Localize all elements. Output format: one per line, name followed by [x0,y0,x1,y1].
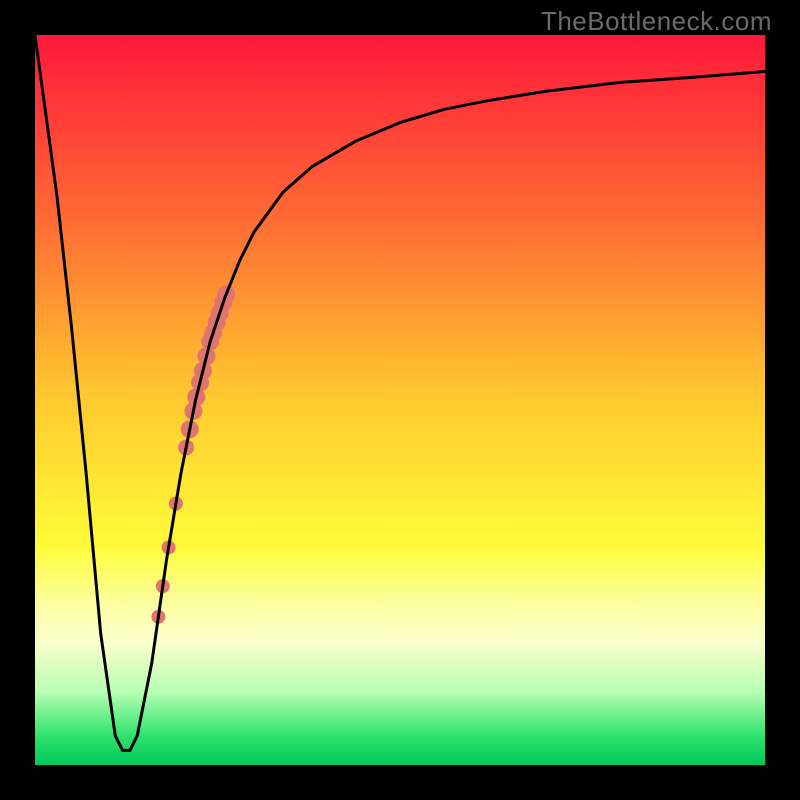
watermark-text: TheBottleneck.com [541,6,772,37]
outer-frame: TheBottleneck.com [0,0,800,800]
gradient-background [35,35,765,765]
chart-svg [35,35,765,765]
plot-area [35,35,765,765]
